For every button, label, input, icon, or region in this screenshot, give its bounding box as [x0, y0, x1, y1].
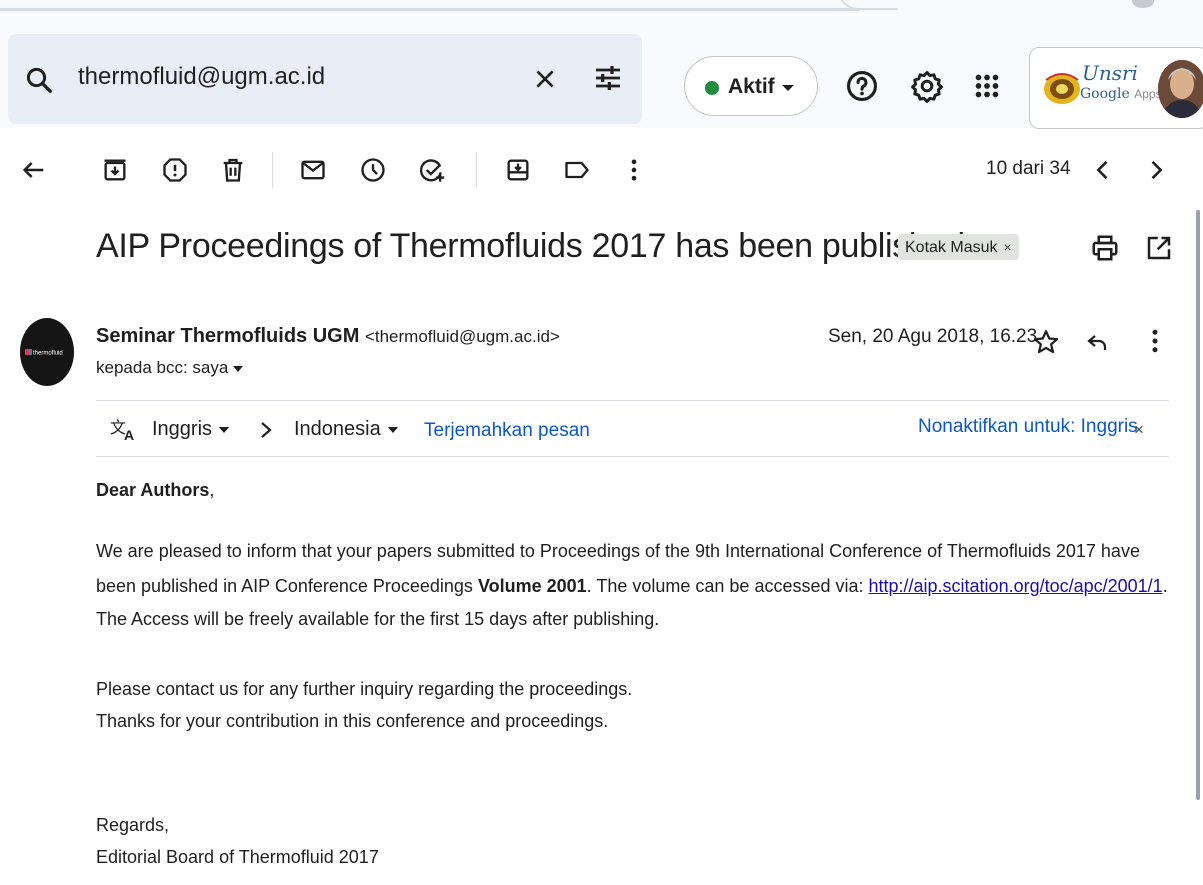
target-language-dropdown[interactable]: Indonesia — [294, 418, 399, 441]
app-header: thermofluid@ugm.ac.id Aktif Unsri Google… — [0, 12, 1203, 129]
body-line: We are pleased to inform that your paper… — [96, 541, 1140, 561]
archive-icon[interactable] — [101, 156, 129, 184]
chevron-down-icon — [219, 426, 230, 433]
translate-message-link[interactable]: Terjemahkan pesan — [424, 420, 590, 442]
brand-google: Google — [1080, 86, 1130, 102]
translate-icon: 文 A — [110, 419, 134, 442]
label-chip-inbox[interactable]: Kotak Masuk × — [898, 234, 1019, 260]
recipient-text: kepada bcc: saya — [96, 358, 229, 377]
message-date: Sen, 20 Agu 2018, 16.23 — [828, 326, 1038, 347]
status-dot-icon — [705, 81, 719, 95]
status-label: Aktif — [728, 75, 775, 98]
message-subject: AIP Proceedings of Thermofluids 2017 has… — [96, 227, 965, 265]
chevron-right-icon[interactable] — [1142, 156, 1170, 184]
greeting-tail: , — [209, 480, 215, 500]
help-icon[interactable] — [845, 69, 879, 103]
search-input[interactable]: thermofluid@ugm.ac.id — [78, 63, 325, 91]
chevron-right-icon — [261, 422, 272, 438]
body-line: Please contact us for any further inquir… — [96, 679, 633, 699]
chevron-down-icon — [387, 426, 398, 433]
message-counter: 10 dari 34 — [986, 158, 1071, 179]
toolbar-divider — [476, 152, 477, 188]
status-dropdown[interactable]: Aktif — [684, 56, 818, 116]
chevron-down-icon — [782, 85, 794, 91]
trash-icon[interactable] — [219, 156, 247, 184]
reply-icon[interactable] — [1084, 330, 1110, 354]
close-icon[interactable]: × — [1134, 420, 1144, 440]
chevron-down-icon[interactable] — [232, 365, 244, 373]
proceedings-link[interactable]: http://aip.scitation.org/toc/apc/2001/1 — [869, 576, 1163, 596]
profile-photo — [1158, 60, 1203, 118]
more-vertical-icon[interactable] — [1148, 326, 1162, 356]
sender-line: Seminar Thermofluids UGM <thermofluid@ug… — [96, 325, 560, 348]
target-language-label: Indonesia — [294, 418, 381, 440]
body-line: been published in AIP Conference Proceed… — [96, 571, 1168, 601]
sender-avatar[interactable]: thermofluid — [20, 318, 74, 386]
search-bar[interactable]: thermofluid@ugm.ac.id — [8, 34, 642, 124]
sender-logo: thermofluid — [25, 349, 63, 357]
scrollbar[interactable] — [1196, 210, 1200, 800]
star-icon[interactable] — [1032, 328, 1060, 356]
close-icon[interactable] — [532, 66, 558, 92]
window-top-edge — [0, 0, 1203, 12]
sender-email: <thermofluid@ugm.ac.id> — [364, 327, 560, 346]
body-text-span: been published in AIP Conference Proceed… — [96, 576, 478, 596]
label-chip-text: Kotak Masuk — [905, 239, 998, 256]
disable-translation-link[interactable]: Nonaktifkan untuk: Inggris — [918, 416, 1138, 438]
source-language-dropdown[interactable]: Inggris — [152, 418, 230, 441]
greeting: Dear Authors, — [96, 475, 214, 505]
remove-label-icon[interactable]: × — [1003, 239, 1011, 255]
recipient-details[interactable]: kepada bcc: saya — [96, 358, 244, 378]
avatar[interactable] — [1158, 60, 1203, 118]
body-line: The Access will be freely available for … — [96, 609, 660, 629]
brand-name: Unsri — [1082, 61, 1138, 85]
volume-bold: Volume 2001 — [477, 576, 587, 596]
search-icon[interactable] — [24, 65, 54, 95]
tune-icon[interactable] — [592, 62, 624, 94]
body-line: Thanks for your contribution in this con… — [96, 711, 609, 731]
top-blob — [1132, 0, 1154, 8]
clock-icon[interactable] — [359, 156, 387, 184]
move-to-icon[interactable] — [504, 156, 532, 184]
report-spam-icon[interactable] — [161, 156, 189, 184]
apps-grid-icon[interactable] — [970, 69, 1004, 103]
body-text-span: . — [1162, 576, 1168, 596]
signature: Editorial Board of Thermofluid 2017 — [96, 847, 379, 867]
toolbar-divider — [272, 152, 273, 188]
sender-logo-text: thermofluid — [33, 351, 63, 357]
source-language-label: Inggris — [152, 418, 213, 440]
greeting-bold: Dear Authors — [96, 480, 210, 500]
print-icon[interactable] — [1090, 233, 1120, 263]
gear-icon[interactable] — [910, 69, 944, 103]
sender-name[interactable]: Seminar Thermofluids UGM — [96, 325, 359, 347]
open-in-new-window-icon[interactable] — [1144, 233, 1174, 263]
chevron-left-icon[interactable] — [1089, 156, 1117, 184]
add-task-icon[interactable] — [418, 156, 446, 184]
top-shadow — [0, 8, 860, 11]
closing: Regards, — [96, 815, 170, 835]
arrow-left-icon[interactable] — [20, 156, 48, 184]
more-vertical-icon[interactable] — [620, 156, 648, 184]
label-icon[interactable] — [563, 156, 591, 184]
brand-subtitle: Google Apps — [1080, 86, 1162, 102]
message-toolbar: 10 dari 34 — [0, 140, 1203, 200]
svg-text:A: A — [124, 427, 134, 442]
translate-bar: 文 A Inggris Indonesia Terjemahkan pesan … — [96, 400, 1169, 457]
body-text-span: . The volume can be accessed via: — [586, 576, 869, 596]
account-switcher[interactable]: Unsri Google Apps — [1029, 47, 1203, 129]
university-seal-icon — [1044, 73, 1080, 104]
mail-icon[interactable] — [299, 156, 327, 184]
